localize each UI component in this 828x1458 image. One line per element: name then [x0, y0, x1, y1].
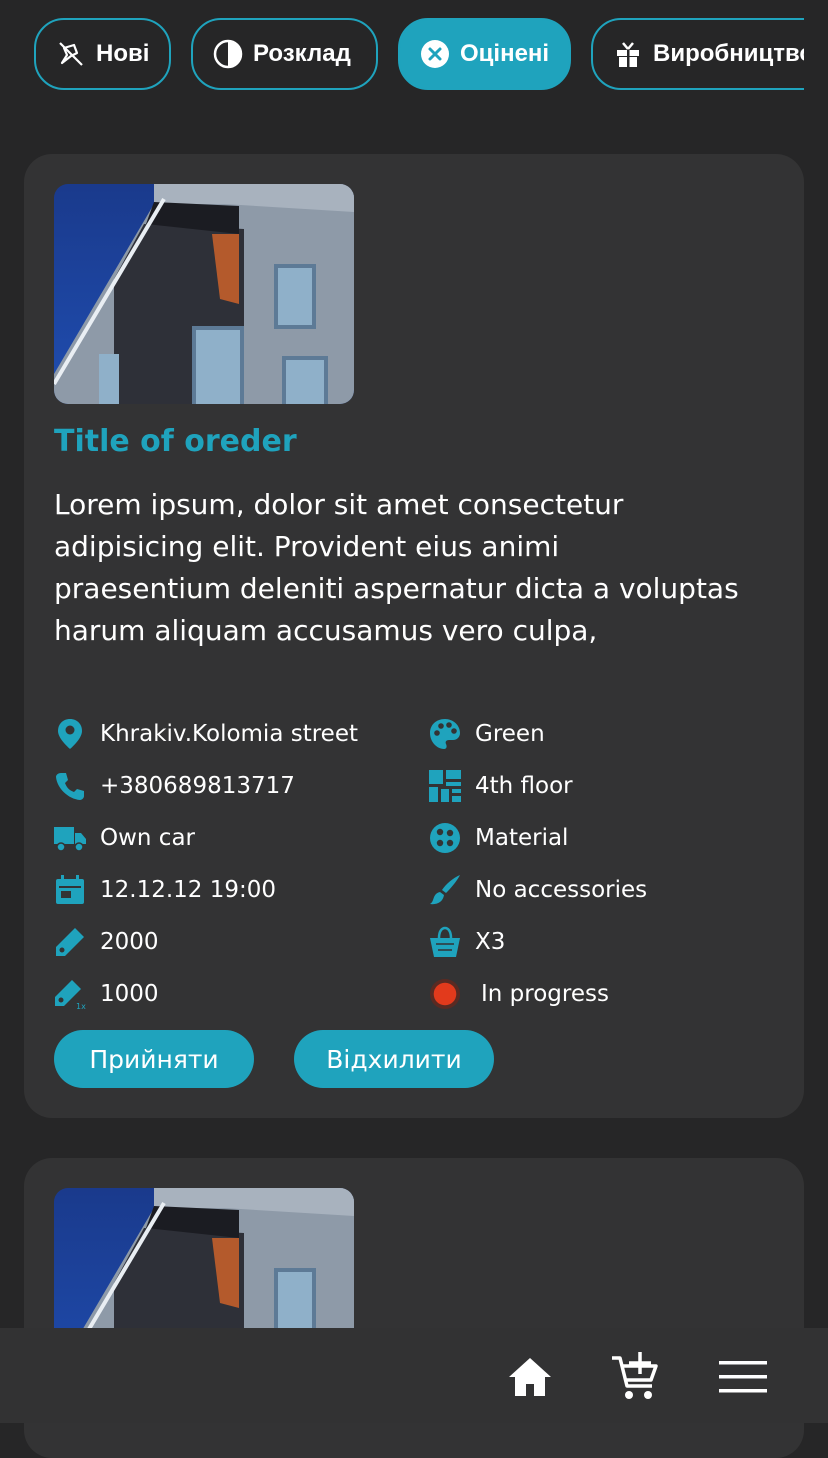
detail-text: 2000 — [100, 929, 159, 955]
accept-button[interactable]: Прийняти — [54, 1030, 254, 1088]
gift-icon — [611, 37, 645, 71]
cart-add-icon[interactable] — [610, 1352, 660, 1402]
pie-chart-icon — [211, 37, 245, 71]
detail-status: In progress — [429, 978, 609, 1010]
filter-chip-label: Оцінені — [460, 40, 550, 67]
calendar-icon — [54, 874, 86, 906]
filter-chip-label: Виробництво — [653, 40, 804, 67]
detail-price: 2000 — [54, 926, 159, 958]
detail-text: X3 — [475, 929, 506, 955]
bottom-nav — [0, 1328, 828, 1423]
detail-text: +380689813717 — [100, 773, 295, 799]
order-description: Lorem ipsum, dolor sit amet consectetur … — [54, 488, 739, 647]
filter-chip-rated[interactable]: Оцінені — [398, 18, 571, 90]
detail-text: 12.12.12 19:00 — [100, 877, 277, 903]
truck-icon — [54, 822, 86, 854]
detail-text: In progress — [481, 981, 609, 1007]
close-circle-icon — [418, 37, 452, 71]
filter-chip-production[interactable]: Виробництво — [591, 18, 804, 90]
order-card: Title of oreder Lorem ipsum, dolor sit a… — [24, 154, 804, 1118]
detail-unit-price: 1x 1000 — [54, 978, 159, 1010]
detail-text: Own car — [100, 825, 195, 851]
detail-accessories: No accessories — [429, 874, 647, 906]
price-tag-icon — [54, 926, 86, 958]
filter-chip-new[interactable]: Нові — [34, 18, 171, 90]
svg-text:1x: 1x — [76, 1002, 86, 1010]
detail-datetime: 12.12.12 19:00 — [54, 874, 276, 906]
detail-text: 4th floor — [475, 773, 573, 799]
filter-chip-label: Нові — [96, 40, 150, 67]
detail-address: Khrakiv.Kolomia street — [54, 718, 358, 750]
detail-quantity: X3 — [429, 926, 505, 958]
price-tag-1x-icon: 1x — [54, 978, 86, 1010]
material-icon — [429, 822, 461, 854]
brush-icon — [429, 874, 461, 906]
detail-color: Green — [429, 718, 545, 750]
shopping-bag-icon — [429, 926, 461, 958]
detail-phone[interactable]: +380689813717 — [54, 770, 295, 802]
detail-floor: 4th floor — [429, 770, 573, 802]
home-icon[interactable] — [505, 1352, 555, 1402]
filter-chip-label: Розклад — [253, 40, 351, 67]
detail-text: No accessories — [475, 877, 648, 903]
status-dot-icon — [429, 978, 461, 1010]
detail-material: Material — [429, 822, 568, 854]
filter-bar: Нові Розклад Оцінені Виробництво — [0, 0, 804, 120]
palette-icon — [429, 718, 461, 750]
floor-plan-icon — [429, 770, 461, 802]
filter-chip-schedule[interactable]: Розклад — [191, 18, 378, 90]
order-title: Title of oreder — [54, 424, 297, 459]
detail-text: Khrakiv.Kolomia street — [100, 721, 358, 747]
detail-text: Green — [475, 721, 545, 747]
order-photo — [54, 184, 354, 404]
detail-text: 1000 — [100, 981, 159, 1007]
detail-text: Material — [475, 825, 569, 851]
phone-icon — [54, 770, 86, 802]
decline-button[interactable]: Відхилити — [294, 1030, 494, 1088]
menu-icon[interactable] — [718, 1352, 768, 1402]
pin-off-icon — [54, 37, 88, 71]
location-pin-icon — [54, 718, 86, 750]
detail-transport: Own car — [54, 822, 195, 854]
